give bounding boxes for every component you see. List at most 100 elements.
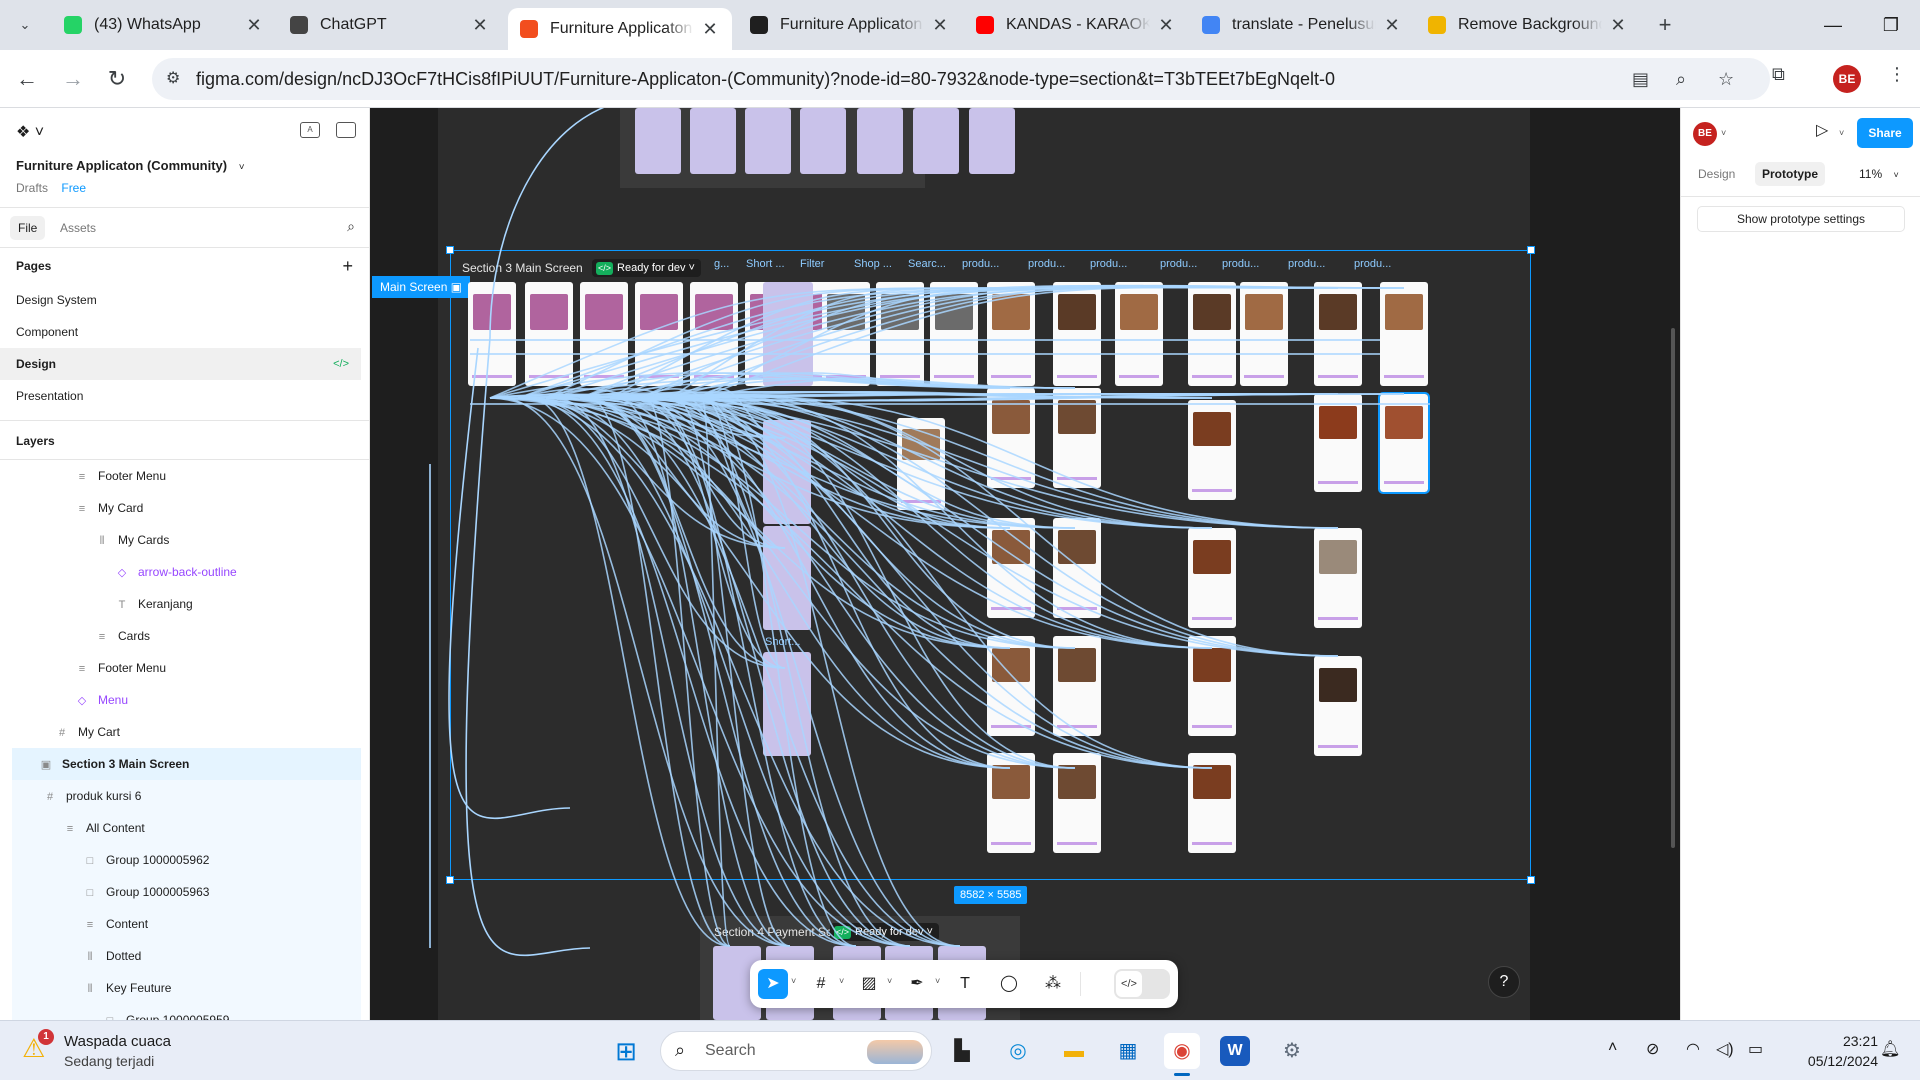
word-icon[interactable]: W bbox=[1220, 1036, 1250, 1066]
ready-for-dev-badge[interactable]: </> Ready for dev ˅ bbox=[592, 259, 701, 277]
screen-frame[interactable] bbox=[468, 282, 516, 386]
browser-tab[interactable]: KANDAS - KARAOKE ✕ bbox=[964, 8, 1188, 42]
screen-frame[interactable] bbox=[1053, 636, 1101, 736]
close-tab-icon[interactable]: ✕ bbox=[1382, 15, 1402, 36]
layer-item[interactable]: ≡ My Card bbox=[0, 492, 369, 524]
search-icon[interactable]: ⌕ bbox=[347, 218, 355, 235]
screen-frame[interactable] bbox=[1188, 400, 1236, 500]
screen-frame[interactable] bbox=[1115, 282, 1163, 386]
user-avatar[interactable]: BE bbox=[1693, 122, 1717, 146]
browser-tab[interactable]: Furniture Applicaton ✕ bbox=[738, 8, 962, 42]
screen-frame[interactable] bbox=[1380, 282, 1428, 386]
notification-bell-icon[interactable]: 🔔︎ bbox=[1880, 1039, 1900, 1059]
volume-icon[interactable]: ◁) bbox=[1716, 1039, 1734, 1059]
screen-frame[interactable] bbox=[800, 108, 846, 174]
pen-tool-icon[interactable]: ✒ bbox=[902, 969, 932, 999]
tab-prototype[interactable]: Prototype bbox=[1755, 162, 1826, 186]
frame-label[interactable]: produ... bbox=[1354, 258, 1391, 270]
tab-design[interactable]: Design bbox=[1691, 162, 1742, 186]
zoom-icon[interactable]: ⌕ bbox=[1676, 69, 1686, 90]
chevron-down-icon[interactable]: ˅ bbox=[887, 976, 892, 986]
browser-tab[interactable]: Remove Background ✕ bbox=[1416, 8, 1640, 42]
browser-tab[interactable]: Furniture Applicaton ✕ bbox=[508, 8, 732, 50]
screen-frame[interactable] bbox=[913, 108, 959, 174]
frame-tool-icon[interactable]: # bbox=[806, 969, 836, 999]
frame-label[interactable]: produ... bbox=[1090, 258, 1127, 270]
frame-label[interactable]: produ... bbox=[962, 258, 999, 270]
screen-frame[interactable] bbox=[987, 282, 1035, 386]
screen-frame[interactable] bbox=[1314, 394, 1362, 492]
frame-label[interactable]: produ... bbox=[1288, 258, 1325, 270]
actions-tool-icon[interactable]: ⁂ bbox=[1038, 969, 1068, 999]
screen-frame[interactable] bbox=[822, 282, 870, 386]
share-button[interactable]: Share bbox=[1857, 118, 1913, 148]
screen-frame[interactable] bbox=[969, 108, 1015, 174]
clipboard-icon[interactable]: ▤ bbox=[1632, 69, 1649, 90]
tab-file[interactable]: File bbox=[10, 216, 46, 240]
system-clock[interactable]: 23:21 05/12/2024 bbox=[1794, 1031, 1878, 1071]
file-location[interactable]: Drafts bbox=[16, 181, 48, 195]
browser-tab[interactable]: ChatGPT ✕ bbox=[278, 8, 502, 42]
figma-main-menu-icon[interactable]: ❖ ˅ bbox=[16, 122, 44, 142]
screen-frame[interactable] bbox=[1053, 282, 1101, 386]
site-info-icon[interactable]: ⚙ bbox=[166, 68, 180, 88]
screen-frame[interactable] bbox=[987, 518, 1035, 618]
layer-item[interactable]: # produk kursi 6 bbox=[12, 780, 361, 812]
back-icon[interactable]: ← bbox=[12, 64, 42, 94]
layer-item[interactable]: ≡ Cards bbox=[0, 620, 369, 652]
add-page-icon[interactable]: + bbox=[342, 248, 353, 284]
layer-item[interactable]: ⫴ Dotted bbox=[12, 940, 361, 972]
frame-label[interactable]: Filter bbox=[800, 258, 824, 270]
screen-frame[interactable] bbox=[897, 418, 945, 510]
edge-icon[interactable]: ◎ bbox=[1000, 1033, 1036, 1069]
frame-label[interactable]: produ... bbox=[1222, 258, 1259, 270]
page-item[interactable]: Presentation bbox=[0, 380, 361, 412]
dev-mode-toggle[interactable]: </> bbox=[1114, 969, 1170, 999]
move-tool-icon[interactable]: ➤ bbox=[758, 969, 788, 999]
layer-item[interactable]: □ Group 1000005962 bbox=[12, 844, 361, 876]
tab-assets[interactable]: Assets bbox=[52, 216, 104, 240]
layer-item[interactable]: ⫴ Key Feuture bbox=[12, 972, 361, 1004]
forward-icon[interactable]: → bbox=[58, 64, 88, 94]
page-item[interactable]: Design System bbox=[0, 284, 361, 316]
screen-frame[interactable] bbox=[635, 282, 683, 386]
layer-item[interactable]: ≡ Footer Menu bbox=[0, 460, 369, 492]
address-bar[interactable]: ⚙ figma.com/design/ncDJ3OcF7tHCis8fIPiUU… bbox=[152, 58, 1770, 100]
layer-item[interactable]: ◇ arrow-back-outline bbox=[0, 556, 369, 588]
screen-frame[interactable] bbox=[1188, 753, 1236, 853]
screen-frame[interactable] bbox=[1053, 753, 1101, 853]
layer-item[interactable]: □ Group 1000005959 bbox=[12, 1004, 361, 1020]
figma-canvas[interactable]: Section 3 Main Screen </> Ready for dev ˅… bbox=[370, 108, 1680, 1020]
chevron-up-icon[interactable]: ˄ bbox=[1608, 1039, 1617, 1057]
layer-item[interactable]: ◇ Menu bbox=[0, 684, 369, 716]
menu-kebab-icon[interactable]: ⋮ bbox=[1888, 64, 1906, 85]
bookmark-star-icon[interactable]: ☆ bbox=[1718, 69, 1734, 90]
screen-frame[interactable] bbox=[1314, 656, 1362, 756]
section-3-title[interactable]: Section 3 Main Screen bbox=[462, 261, 583, 275]
restore-button[interactable]: ❐ bbox=[1862, 0, 1920, 50]
chevron-down-icon[interactable]: ˅ bbox=[1721, 128, 1726, 138]
screen-frame[interactable] bbox=[876, 282, 924, 386]
windows-start-icon[interactable]: ⊞ bbox=[608, 1033, 644, 1069]
layer-item[interactable]: ≡ Footer Menu bbox=[0, 652, 369, 684]
screen-frame[interactable] bbox=[987, 636, 1035, 736]
layer-item[interactable]: ≡ Content bbox=[12, 908, 361, 940]
screen-frame[interactable] bbox=[635, 108, 681, 174]
chevron-down-icon[interactable]: ˅ bbox=[791, 976, 796, 986]
screen-frame[interactable] bbox=[1240, 282, 1288, 386]
chevron-down-icon[interactable]: ˅ bbox=[839, 976, 844, 986]
frame-label[interactable]: g... bbox=[714, 258, 729, 270]
show-prototype-settings-button[interactable]: Show prototype settings bbox=[1697, 206, 1905, 232]
close-tab-icon[interactable]: ✕ bbox=[470, 15, 490, 36]
screen-frame[interactable] bbox=[763, 526, 811, 630]
battery-icon[interactable]: ▭ bbox=[1748, 1039, 1763, 1059]
layer-item[interactable]: ▣ Section 3 Main Screen bbox=[12, 748, 361, 780]
text-tool-icon[interactable]: T bbox=[950, 969, 980, 999]
layer-item[interactable]: T Keranjang bbox=[0, 588, 369, 620]
frame-label[interactable]: Shop ... bbox=[854, 258, 892, 270]
comment-tool-icon[interactable]: ◯ bbox=[994, 969, 1024, 999]
screen-frame[interactable] bbox=[1378, 392, 1430, 494]
layer-item[interactable]: □ Group 1000005963 bbox=[12, 876, 361, 908]
screen-frame[interactable] bbox=[1053, 388, 1101, 488]
screen-frame[interactable] bbox=[580, 282, 628, 386]
